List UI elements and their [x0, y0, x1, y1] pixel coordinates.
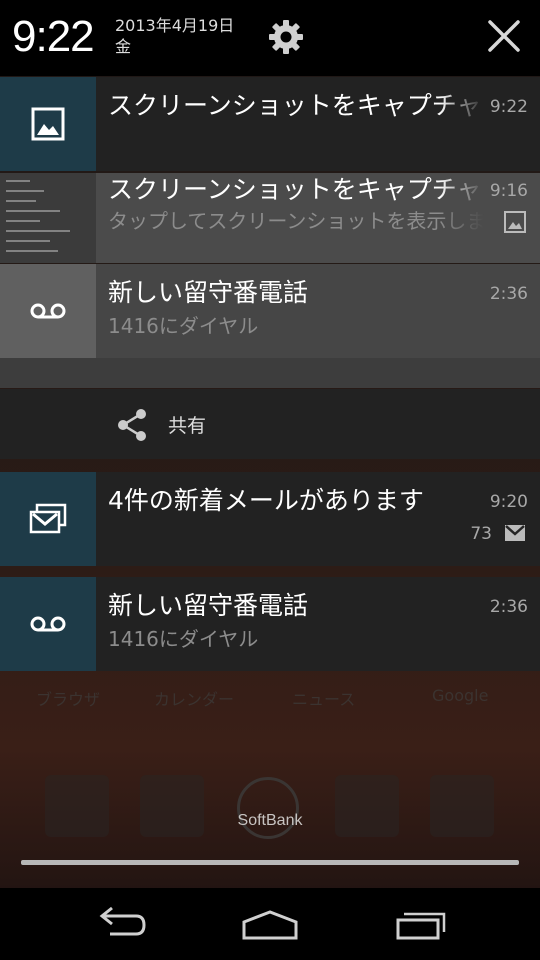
notification-time: 9:16	[489, 181, 528, 201]
screenshot-thumbnail	[0, 173, 96, 263]
softbank-label: SoftBank	[237, 812, 303, 829]
close-icon[interactable]	[484, 16, 524, 56]
notification-voicemail[interactable]: 新しい留守番電話 1416にダイヤル 2:36	[0, 577, 540, 671]
bg-app-label: Google	[432, 686, 489, 705]
notification-title: スクリーンショットをキャプチャ	[108, 91, 482, 120]
home-icon[interactable]	[240, 904, 300, 944]
image-icon	[504, 211, 526, 233]
bg-app-label: ニュース	[292, 690, 356, 709]
notification-title: 4件の新着メールがあります	[108, 486, 424, 515]
notification-time: 9:20	[489, 492, 528, 512]
notification-time: 2:36	[489, 597, 528, 617]
date: 2013年4月19日 金	[115, 15, 234, 57]
voicemail-icon	[30, 616, 66, 632]
notification-icon-box	[0, 264, 96, 358]
notification-title: スクリーンショットをキャプチャ	[108, 175, 482, 204]
notification-subtitle: 1416にダイヤル	[108, 627, 259, 651]
notification-icon-box	[0, 77, 96, 171]
notification-time: 9:22	[489, 97, 528, 117]
notification-screenshot[interactable]: スクリーンショットをキャプチャ 9:22	[0, 77, 540, 171]
notification-icon-box	[0, 472, 96, 566]
image-icon	[31, 107, 65, 141]
date-text: 2013年4月19日	[115, 16, 235, 35]
notification-title: 新しい留守番電話	[108, 278, 309, 307]
notification-gmail[interactable]: 4件の新着メールがあります 9:20 73	[0, 472, 540, 566]
notification-header: 9:22 2013年4月19日 金	[0, 0, 540, 76]
navigation-bar	[0, 888, 540, 960]
share-action-button[interactable]: 共有	[0, 389, 540, 459]
gmail-icon	[29, 503, 67, 534]
bg-app-label: カレンダー	[154, 690, 235, 709]
bg-app-label: ブラウザ	[36, 690, 101, 709]
voicemail-icon	[30, 303, 66, 319]
weekday-text: 金	[115, 37, 132, 56]
notification-subtitle: 1416にダイヤル	[108, 314, 259, 338]
shade-drag-handle[interactable]	[21, 860, 519, 865]
gmail-icon	[505, 525, 525, 541]
mail-count: 73	[470, 524, 492, 544]
notification-subtitle: タップしてスクリーンショットを表示します	[108, 209, 484, 233]
notification-time: 2:36	[489, 284, 528, 304]
clock: 9:22	[12, 12, 95, 61]
notification-screenshot-older[interactable]: スクリーンショットをキャプチャ タップしてスクリーンショットを表示します 9:1…	[0, 173, 540, 263]
notification-title: 新しい留守番電話	[108, 591, 309, 620]
recents-icon[interactable]	[392, 904, 452, 944]
notification-divider-bar	[0, 358, 540, 388]
gear-icon[interactable]	[266, 17, 306, 57]
notification-icon-box	[0, 577, 96, 671]
share-action-label: 共有	[168, 415, 207, 437]
back-icon[interactable]	[90, 904, 150, 944]
share-icon	[118, 409, 146, 441]
